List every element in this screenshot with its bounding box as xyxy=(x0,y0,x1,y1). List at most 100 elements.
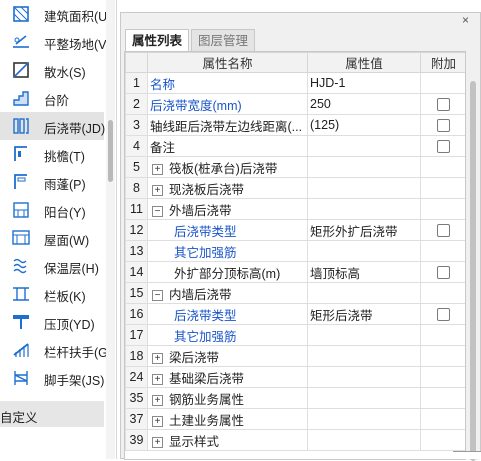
attach-checkbox[interactable] xyxy=(437,308,450,322)
property-value[interactable] xyxy=(307,177,421,199)
property-row[interactable]: 17 其它加强筋 xyxy=(125,324,465,346)
attach-checkbox[interactable] xyxy=(437,98,450,112)
apron-icon xyxy=(11,60,31,80)
row-index: 1 xyxy=(125,72,148,94)
grid-scroll-thumb[interactable] xyxy=(470,81,476,461)
tab-property-list[interactable]: 属性列表 xyxy=(125,29,190,51)
property-value[interactable]: 墙顶标高 xyxy=(307,261,421,283)
property-row[interactable]: 11− 外墙后浇带 xyxy=(125,198,465,220)
parapet-icon xyxy=(11,284,31,304)
property-row[interactable]: 24 + 基础梁后浇带 xyxy=(125,366,465,388)
sidebar-item[interactable]: 屋面(W) xyxy=(0,224,104,252)
property-value[interactable] xyxy=(307,324,421,346)
panel-corner xyxy=(453,451,481,459)
property-name: 名称 xyxy=(147,72,308,94)
sidebar-scrollbar[interactable] xyxy=(106,0,115,459)
panel-header: × xyxy=(121,13,480,29)
property-value[interactable] xyxy=(307,366,421,388)
sidebar-item[interactable]: 挑檐(T) xyxy=(0,140,104,168)
component-sidebar: 建筑面积(U 平整场地(V 散水(S) 台阶 后浇带(JD) 挑檐(T) 雨蓬(P) 阳台(Y… xyxy=(0,0,117,459)
column-header-index xyxy=(125,52,148,73)
property-value[interactable] xyxy=(307,345,421,367)
property-row[interactable]: 5 + 筏板(桩承台)后浇带 xyxy=(125,156,465,178)
property-row[interactable]: 39 + 显示样式 xyxy=(125,429,465,451)
property-value[interactable] xyxy=(307,282,421,304)
canopy-icon xyxy=(11,172,31,192)
property-value[interactable] xyxy=(307,429,421,451)
sidebar-item-custom[interactable]: 自定义 xyxy=(0,401,104,427)
sidebar-item-label: 栏杆扶手(G xyxy=(44,346,108,360)
row-index: 18 xyxy=(125,345,148,367)
sidebar-item[interactable]: 栏板(K) xyxy=(0,280,104,308)
property-row[interactable]: 14 外扩部分顶标高(m) 墙顶标高 xyxy=(125,261,465,283)
property-value[interactable]: 250 xyxy=(307,93,421,115)
sidebar-item[interactable]: 平整场地(V xyxy=(0,28,107,56)
attach-cell xyxy=(420,219,465,241)
attach-checkbox[interactable] xyxy=(437,119,450,133)
attach-checkbox[interactable] xyxy=(437,224,450,238)
property-value[interactable]: (125) xyxy=(307,114,421,136)
property-row[interactable]: 4 备注 xyxy=(125,135,465,157)
expand-icon[interactable]: + xyxy=(152,415,163,427)
sidebar-item[interactable]: 压顶(YD) xyxy=(0,308,104,336)
property-row[interactable]: 37 + 土建业务属性 xyxy=(125,408,465,430)
sidebar-item[interactable]: 脚手架(JS) xyxy=(0,364,104,392)
sidebar-item[interactable]: 雨蓬(P) xyxy=(0,168,104,196)
property-name-label: 轴线距后浇带左边线距离(... xyxy=(150,119,303,134)
property-row[interactable]: 3 轴线距后浇带左边线距离(... (125) xyxy=(125,114,465,136)
property-row[interactable]: 18 + 梁后浇带 xyxy=(125,345,465,367)
property-name-label: 外扩部分顶标高(m) xyxy=(174,266,281,281)
sidebar-item[interactable]: 台阶 xyxy=(0,84,104,112)
property-value[interactable] xyxy=(307,198,421,220)
property-value[interactable]: HJD-1 xyxy=(307,72,421,94)
property-value[interactable] xyxy=(307,387,421,409)
property-value[interactable]: 矩形后浇带 xyxy=(307,303,421,325)
collapse-icon[interactable]: − xyxy=(152,289,163,301)
attach-checkbox[interactable] xyxy=(437,140,450,154)
expand-icon[interactable]: + xyxy=(152,184,163,196)
property-value[interactable]: 矩形外扩后浇带 xyxy=(307,219,421,241)
expand-icon[interactable]: + xyxy=(152,373,163,385)
property-name: 其它加强筋 xyxy=(147,240,308,262)
row-index: 12 xyxy=(125,219,148,241)
sidebar-scroll-thumb[interactable] xyxy=(108,120,113,182)
grid-scrollbar[interactable] xyxy=(467,51,479,461)
property-row[interactable]: 35 + 钢筋业务属性 xyxy=(125,387,465,409)
sidebar-item-label: 自定义 xyxy=(0,411,38,425)
expand-icon[interactable]: + xyxy=(152,163,163,175)
sidebar-item[interactable]: 阳台(Y) xyxy=(0,196,104,224)
property-row[interactable]: 13 其它加强筋 xyxy=(125,240,465,262)
property-row[interactable]: 12 后浇带类型 矩形外扩后浇带 xyxy=(125,219,465,241)
property-name: 后浇带类型 xyxy=(147,219,308,241)
column-header-value: 属性值 xyxy=(307,52,421,73)
sidebar-item[interactable]: 建筑面积(U xyxy=(0,0,107,28)
sidebar-item[interactable]: 后浇带(JD) xyxy=(0,112,105,140)
property-value[interactable] xyxy=(307,156,421,178)
sidebar-item[interactable]: 保温层(H) xyxy=(0,252,104,280)
expand-icon[interactable]: + xyxy=(152,352,163,364)
property-row[interactable]: 2 后浇带宽度(mm) 250 xyxy=(125,93,465,115)
expand-icon[interactable]: + xyxy=(152,436,163,448)
attach-cell xyxy=(420,408,465,430)
property-value[interactable] xyxy=(307,135,421,157)
collapse-icon[interactable]: − xyxy=(152,205,163,217)
railing-icon xyxy=(11,340,31,360)
row-index: 39 xyxy=(125,429,148,451)
tab-layer-management[interactable]: 图层管理 xyxy=(191,29,256,51)
sidebar-item-label: 散水(S) xyxy=(44,66,86,80)
column-header-add: 附加 xyxy=(420,52,465,73)
property-row[interactable]: 16 后浇带类型 矩形后浇带 xyxy=(125,303,465,325)
sidebar-item-label: 栏板(K) xyxy=(44,290,86,304)
sidebar-item[interactable]: 栏杆扶手(G xyxy=(0,336,108,364)
property-row[interactable]: 15− 内墙后浇带 xyxy=(125,282,465,304)
property-row[interactable]: 8 + 现浇板后浇带 xyxy=(125,177,465,199)
attach-checkbox[interactable] xyxy=(437,266,450,280)
property-row[interactable]: 1 名称 HJD-1 xyxy=(125,72,465,94)
property-value[interactable] xyxy=(307,240,421,262)
sidebar-item[interactable]: 散水(S) xyxy=(0,56,104,84)
building-area-icon xyxy=(11,4,31,24)
close-icon[interactable]: × xyxy=(462,14,469,26)
row-index: 2 xyxy=(125,93,148,115)
expand-icon[interactable]: + xyxy=(152,394,163,406)
property-value[interactable] xyxy=(307,408,421,430)
